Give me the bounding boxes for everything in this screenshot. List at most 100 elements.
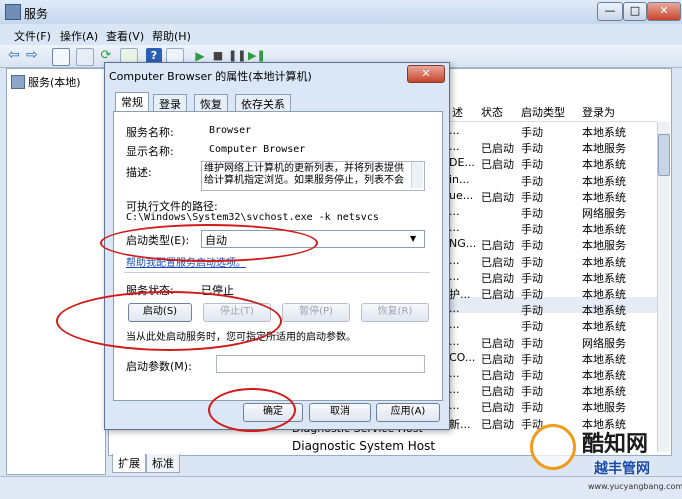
row-16-d[interactable]: ... bbox=[449, 383, 460, 396]
start-params-label: 启动参数(M): bbox=[126, 360, 192, 373]
row-9-t[interactable]: 手动 bbox=[521, 270, 543, 286]
row-1-l[interactable]: 本地服务 bbox=[582, 140, 626, 156]
row-3-t[interactable]: 手动 bbox=[521, 173, 543, 189]
cancel-button[interactable]: 取消 bbox=[309, 403, 371, 422]
row-14-l[interactable]: 本地系统 bbox=[582, 351, 626, 367]
row-9-s[interactable]: 已启动 bbox=[481, 270, 514, 286]
row-14-d[interactable]: CO... bbox=[449, 351, 475, 364]
row-15-l[interactable]: 本地系统 bbox=[582, 367, 626, 383]
row-8-d[interactable]: ... bbox=[449, 254, 460, 267]
row-15-d[interactable]: ... bbox=[449, 367, 460, 380]
row-13-t[interactable]: 手动 bbox=[521, 335, 543, 351]
row-10-t[interactable]: 手动 bbox=[521, 286, 543, 302]
row-1-s[interactable]: 已启动 bbox=[481, 140, 514, 156]
row-11-l[interactable]: 本地系统 bbox=[582, 302, 626, 318]
row-4-s[interactable]: 已启动 bbox=[481, 189, 514, 205]
start-params-input[interactable] bbox=[216, 355, 425, 373]
row-6-d[interactable]: ... bbox=[449, 221, 460, 234]
row-3-d[interactable]: in... bbox=[449, 173, 470, 186]
row-17-t[interactable]: 手动 bbox=[521, 399, 543, 415]
tree-item-services-local[interactable]: 服务(本地) bbox=[28, 74, 81, 90]
scrollbar-thumb[interactable] bbox=[658, 134, 670, 176]
pause-button[interactable]: 暂停(P) bbox=[282, 303, 350, 322]
row-5-t[interactable]: 手动 bbox=[521, 205, 543, 221]
row-4-l[interactable]: 本地系统 bbox=[582, 189, 626, 205]
row-12-l[interactable]: 本地系统 bbox=[582, 318, 626, 334]
row-13-d[interactable]: ... bbox=[449, 335, 460, 348]
row-15-s[interactable]: 已启动 bbox=[481, 367, 514, 383]
header-divider bbox=[448, 121, 657, 122]
row-9-d[interactable]: ... bbox=[449, 270, 460, 283]
row-12-t[interactable]: 手动 bbox=[521, 318, 543, 334]
row-6-l[interactable]: 本地系统 bbox=[582, 221, 626, 237]
row-12-d[interactable]: ... bbox=[449, 318, 460, 331]
row-2-s[interactable]: 已启动 bbox=[481, 156, 514, 172]
row-7-l[interactable]: 本地服务 bbox=[582, 237, 626, 253]
row-2-l[interactable]: 本地系统 bbox=[582, 156, 626, 172]
row-1-d[interactable]: ... bbox=[449, 140, 460, 153]
apply-button[interactable]: 应用(A) bbox=[376, 403, 440, 422]
row-16-t[interactable]: 手动 bbox=[521, 383, 543, 399]
row-10-s[interactable]: 已启动 bbox=[481, 286, 514, 302]
row-13-l[interactable]: 网络服务 bbox=[582, 335, 626, 351]
row-3-l[interactable]: 本地系统 bbox=[582, 173, 626, 189]
forward-arrow-icon[interactable]: ⇨ bbox=[26, 48, 42, 64]
row-11-d[interactable]: ... bbox=[449, 302, 460, 315]
menu-file[interactable]: 文件(F) bbox=[10, 27, 55, 45]
row-14-s[interactable]: 已启动 bbox=[481, 351, 514, 367]
row-7-t[interactable]: 手动 bbox=[521, 237, 543, 253]
service-row-diagnostic-system-host[interactable]: Diagnostic System Host bbox=[292, 439, 435, 453]
row-15-t[interactable]: 手动 bbox=[521, 367, 543, 383]
console-tree-icon[interactable] bbox=[52, 48, 70, 66]
row-17-d[interactable]: ... bbox=[449, 399, 460, 412]
description-textbox[interactable]: 维护网络上计算机的更新列表，并将列表提供给计算机指定浏览。如果服务停止，列表不会 bbox=[201, 161, 425, 191]
row-17-s[interactable]: 已启动 bbox=[481, 399, 514, 415]
row-0-t[interactable]: 手动 bbox=[521, 124, 543, 140]
tab-general[interactable]: 常规 bbox=[115, 92, 149, 113]
menu-view[interactable]: 查看(V) bbox=[102, 27, 148, 45]
tab-extended[interactable]: 扩展 bbox=[112, 454, 146, 473]
row-10-d[interactable]: 护... bbox=[449, 286, 471, 302]
row-6-t[interactable]: 手动 bbox=[521, 221, 543, 237]
row-2-d[interactable]: DE... bbox=[449, 156, 475, 169]
row-17-l[interactable]: 本地服务 bbox=[582, 399, 626, 415]
row-7-s[interactable]: 已启动 bbox=[481, 237, 514, 253]
row-4-d[interactable]: ue... bbox=[449, 189, 473, 202]
properties-icon[interactable] bbox=[76, 48, 94, 66]
menu-bar: 文件(F) 操作(A) 查看(V) 帮助(H) bbox=[0, 25, 682, 45]
row-16-s[interactable]: 已启动 bbox=[481, 383, 514, 399]
back-arrow-icon[interactable]: ⇦ bbox=[8, 48, 24, 64]
row-0-l[interactable]: 本地系统 bbox=[582, 124, 626, 140]
annotation-ellipse-ok bbox=[208, 388, 296, 432]
resume-button[interactable]: 恢复(R) bbox=[361, 303, 429, 322]
column-header-status[interactable]: 状态 bbox=[481, 104, 503, 122]
row-0-d[interactable]: ... bbox=[449, 124, 460, 137]
tab-standard[interactable]: 标准 bbox=[146, 454, 180, 473]
minimize-button[interactable]: — bbox=[597, 2, 623, 21]
row-9-l[interactable]: 本地系统 bbox=[582, 270, 626, 286]
row-7-d[interactable]: NG... bbox=[449, 237, 476, 250]
row-13-s[interactable]: 已启动 bbox=[481, 335, 514, 351]
row-11-t[interactable]: 手动 bbox=[521, 302, 543, 318]
row-8-l[interactable]: 本地系统 bbox=[582, 254, 626, 270]
row-8-s[interactable]: 已启动 bbox=[481, 254, 514, 270]
column-header-logon[interactable]: 登录为 bbox=[582, 104, 615, 122]
dialog-close-button[interactable]: ✕ bbox=[407, 65, 445, 83]
row-16-l[interactable]: 本地系统 bbox=[582, 383, 626, 399]
row-8-t[interactable]: 手动 bbox=[521, 254, 543, 270]
description-scrollbar[interactable] bbox=[411, 162, 423, 188]
row-5-d[interactable]: ... bbox=[449, 205, 460, 218]
row-1-t[interactable]: 手动 bbox=[521, 140, 543, 156]
column-header-description[interactable]: 述 bbox=[452, 104, 463, 122]
menu-help[interactable]: 帮助(H) bbox=[148, 27, 195, 45]
row-14-t[interactable]: 手动 bbox=[521, 351, 543, 367]
row-10-l[interactable]: 本地系统 bbox=[582, 286, 626, 302]
close-button[interactable]: ✕ bbox=[647, 2, 681, 21]
maximize-button[interactable]: □ bbox=[623, 2, 647, 21]
column-header-startup[interactable]: 启动类型 bbox=[521, 104, 565, 122]
menu-action[interactable]: 操作(A) bbox=[56, 27, 102, 45]
row-18-d[interactable]: 新... bbox=[449, 416, 471, 432]
row-5-l[interactable]: 网络服务 bbox=[582, 205, 626, 221]
row-2-t[interactable]: 手动 bbox=[521, 156, 543, 172]
row-4-t[interactable]: 手动 bbox=[521, 189, 543, 205]
